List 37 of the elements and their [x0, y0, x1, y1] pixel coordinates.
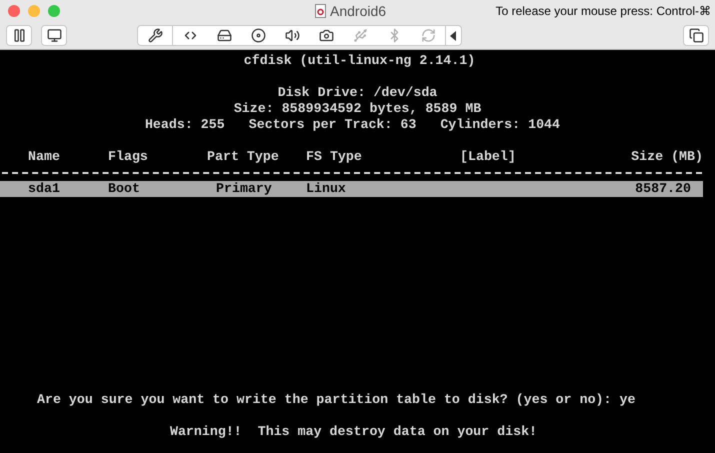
- table-cell: Linux: [306, 181, 346, 196]
- windows-icon: [688, 28, 704, 43]
- pause-button[interactable]: [6, 25, 32, 46]
- disk-geometry: Cylinders: 1044: [440, 117, 560, 133]
- caret-icon: [450, 30, 457, 40]
- partition-row[interactable]: sda1 Boot Primary Linux 8587.20: [0, 181, 703, 197]
- column-header: Part Type: [207, 149, 279, 164]
- table-cell: sda1: [28, 181, 60, 196]
- window-title: Android6: [330, 2, 386, 20]
- program-title: cfdisk (util-linux-ng 2.14.1): [244, 53, 476, 68]
- column-header: Name: [28, 149, 60, 164]
- table-cell: 8587.20: [635, 181, 691, 196]
- release-hint: To release your mouse press: Control-⌘: [496, 3, 712, 20]
- disc-icon: [250, 28, 266, 43]
- document-icon: [315, 4, 326, 18]
- column-header: Flags: [108, 149, 148, 164]
- pause-icon: [12, 28, 26, 43]
- windows-button[interactable]: [683, 25, 709, 46]
- disk-info: Size: 8589934592 bytes, 8589 MB: [234, 101, 482, 116]
- disk-geometry: Sectors per Track: 63: [248, 117, 416, 133]
- confirm-prompt: Are you sure you want to write the partition table to disk? (yes or no): ye: [37, 392, 636, 407]
- table-cell: Boot: [108, 181, 140, 196]
- wrench-icon: [148, 28, 162, 43]
- speaker-icon: [284, 28, 300, 43]
- warning-message: Warning!! This may destroy data on your disk!: [170, 424, 538, 439]
- table-cell: Primary: [216, 181, 272, 196]
- column-header: Size (MB): [631, 149, 703, 164]
- disk-geometry: Heads: 255: [144, 117, 225, 133]
- camera-icon: [318, 28, 334, 43]
- column-header: [Label]: [460, 149, 516, 164]
- hard-drive-icon: [216, 28, 232, 43]
- monitor-icon: [46, 28, 62, 43]
- snapshot-button[interactable]: [41, 25, 67, 46]
- column-header: FS Type: [306, 149, 362, 164]
- disk-info: Disk Drive: /dev/sda: [278, 85, 438, 100]
- sync-icon: [420, 28, 436, 43]
- usb-icon: [352, 28, 368, 43]
